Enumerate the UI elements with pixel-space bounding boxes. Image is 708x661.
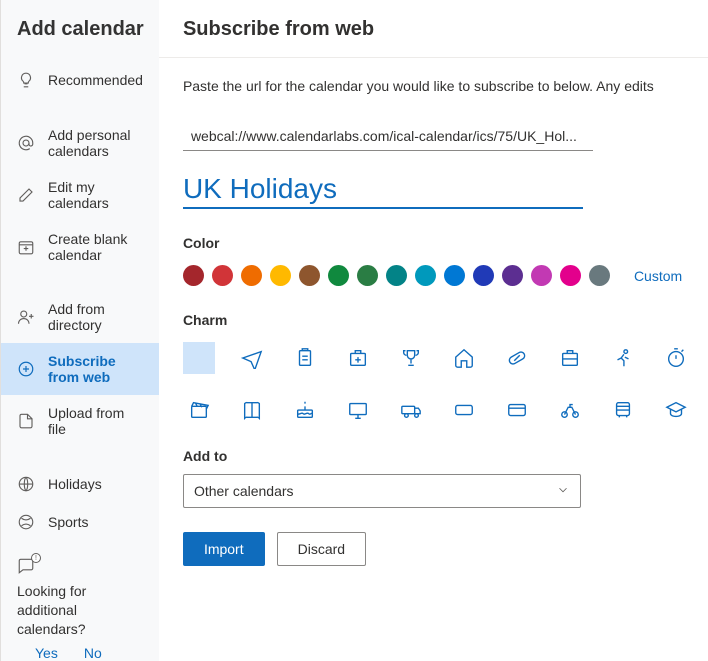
file-icon [17,412,35,430]
charm-clapperboard[interactable] [183,394,215,426]
calendar-plus-icon [17,238,35,256]
charm-airplane[interactable] [236,342,268,374]
color-swatch-11[interactable] [502,265,523,286]
addto-label: Add to [183,448,708,464]
charm-book[interactable] [236,394,268,426]
add-calendar-sidebar: Add calendar Recommended Add personal ca… [1,0,159,661]
charm-running[interactable] [607,342,639,374]
addto-value: Other calendars [194,483,294,499]
sidebar-footer: ! Looking for additional calendars? Yes … [1,557,159,661]
helper-text: Paste the url for the calendar you would… [183,78,708,94]
nav-label: Create blank calendar [48,231,143,263]
footer-question: Looking for additional calendars? [17,582,143,639]
charm-bus[interactable] [607,394,639,426]
nav-label: Sports [48,514,88,530]
page-title: Subscribe from web [183,18,708,41]
divider [159,57,708,58]
nav-label: Recommended [48,72,143,88]
charm-creditcard[interactable] [501,394,533,426]
charm-van[interactable] [395,394,427,426]
main-panel: Subscribe from web Paste the url for the… [159,0,708,661]
footer-no[interactable]: No [84,645,102,661]
charm-trophy[interactable] [395,342,427,374]
subscribe-icon [17,360,35,378]
color-swatch-10[interactable] [473,265,494,286]
discard-button[interactable]: Discard [277,532,366,566]
nav-add-from-directory[interactable]: Add from directory [1,291,159,343]
nav-create-blank[interactable]: Create blank calendar [1,221,159,273]
color-swatch-12[interactable] [531,265,552,286]
addto-select[interactable]: Other calendars [183,474,581,508]
pencil-icon [17,186,35,204]
nav-holidays[interactable]: Holidays [1,465,159,503]
footer-yes[interactable]: Yes [35,645,58,661]
nav-label: Add from directory [48,301,143,333]
color-swatch-0[interactable] [183,265,204,286]
nav-recommended[interactable]: Recommended [1,61,159,99]
charm-cake[interactable] [289,394,321,426]
charm-clipboard[interactable] [289,342,321,374]
charm-ticket[interactable] [448,394,480,426]
color-swatch-1[interactable] [212,265,233,286]
import-button[interactable]: Import [183,532,265,566]
charm-picker [183,342,708,426]
nav-label: Upload from file [48,405,143,437]
charm-none[interactable] [183,342,215,374]
chevron-down-icon [556,483,570,500]
color-swatch-2[interactable] [241,265,262,286]
sports-icon [17,513,35,531]
nav-label: Subscribe from web [48,353,143,385]
feedback-icon: ! [17,557,35,578]
nav-add-personal[interactable]: Add personal calendars [1,117,159,169]
color-swatch-8[interactable] [415,265,436,286]
calendar-url-input[interactable] [183,122,593,151]
charm-label: Charm [183,312,708,328]
color-label: Color [183,235,708,251]
color-swatch-6[interactable] [357,265,378,286]
color-picker: Custom [183,265,708,286]
color-swatch-9[interactable] [444,265,465,286]
globe-icon [17,475,35,493]
charm-monitor[interactable] [342,394,374,426]
nav-label: Holidays [48,476,102,492]
content-root: Add calendar Recommended Add personal ca… [0,0,708,661]
color-swatch-4[interactable] [299,265,320,286]
color-swatch-5[interactable] [328,265,349,286]
nav-edit-calendars[interactable]: Edit my calendars [1,169,159,221]
feedback-badge: ! [31,553,41,563]
charm-home[interactable] [448,342,480,374]
color-swatch-13[interactable] [560,265,581,286]
action-buttons: Import Discard [183,532,708,566]
charm-graduation[interactable] [660,394,692,426]
charm-pill[interactable] [501,342,533,374]
nav-sports[interactable]: Sports [1,503,159,541]
sidebar-nav: Recommended Add personal calendars Edit … [1,61,159,541]
charm-briefcase[interactable] [554,342,586,374]
color-swatch-14[interactable] [589,265,610,286]
nav-label: Edit my calendars [48,179,143,211]
charm-firstaid[interactable] [342,342,374,374]
at-sign-icon [17,134,35,152]
nav-upload-file[interactable]: Upload from file [1,395,159,447]
charm-stopwatch[interactable] [660,342,692,374]
custom-color-link[interactable]: Custom [634,268,682,284]
person-add-icon [17,308,35,326]
charm-bike[interactable] [554,394,586,426]
nav-subscribe-web[interactable]: Subscribe from web [1,343,159,395]
calendar-name-input[interactable] [183,171,583,209]
nav-label: Add personal calendars [48,127,143,159]
lightbulb-icon [17,71,35,89]
color-swatch-7[interactable] [386,265,407,286]
color-swatch-3[interactable] [270,265,291,286]
sidebar-title: Add calendar [17,18,159,41]
